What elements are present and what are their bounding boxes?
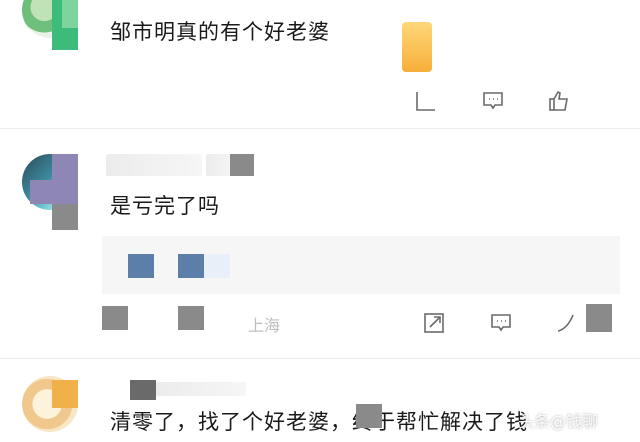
like-icon — [549, 90, 568, 111]
privacy-mosaic — [62, 0, 78, 28]
emoji-sticker — [402, 22, 432, 72]
reply-button[interactable] — [488, 310, 514, 336]
share-icon — [416, 92, 435, 111]
quoted-image — [204, 254, 230, 278]
comment-icon — [483, 92, 503, 110]
comment-text: 是亏完了吗 — [110, 194, 220, 218]
comment-location: 上海 — [248, 316, 281, 335]
privacy-mosaic — [356, 404, 382, 428]
privacy-mosaic — [230, 154, 254, 176]
privacy-mosaic — [52, 154, 78, 180]
like-button[interactable] — [546, 88, 572, 114]
like-button[interactable] — [554, 310, 580, 336]
privacy-mosaic — [52, 204, 78, 230]
privacy-mosaic — [178, 306, 204, 330]
comment-icon — [491, 314, 511, 332]
share-button[interactable] — [413, 88, 439, 114]
share-icon — [424, 313, 444, 333]
comment-text: 清零了，找了个好老婆，终于帮忙解决了钱 — [110, 410, 528, 434]
divider — [0, 128, 640, 129]
comment-item: 邹市明真的有个好老婆 — [0, 0, 640, 140]
like-icon — [557, 314, 574, 332]
privacy-mosaic — [586, 304, 612, 332]
comment-item: 是亏完了吗 上海 — [0, 140, 640, 360]
privacy-mosaic — [30, 180, 78, 204]
quoted-image — [128, 254, 154, 278]
username-redacted — [156, 382, 246, 396]
quoted-image — [178, 254, 204, 278]
divider — [0, 358, 640, 359]
reply-button[interactable] — [480, 88, 506, 114]
privacy-mosaic — [130, 380, 156, 400]
comment-text: 邹市明真的有个好老婆 — [110, 20, 330, 44]
share-button[interactable] — [421, 310, 447, 336]
username-redacted — [106, 154, 202, 176]
watermark: 头条@钱聊 — [518, 412, 599, 431]
quoted-post[interactable] — [102, 236, 620, 294]
privacy-mosaic — [52, 380, 78, 408]
privacy-mosaic — [102, 306, 128, 330]
comment-feed: 邹市明真的有个好老婆 是亏完了吗 上海 清零了，找了个好老婆，终于帮忙解决了钱 … — [0, 0, 640, 442]
